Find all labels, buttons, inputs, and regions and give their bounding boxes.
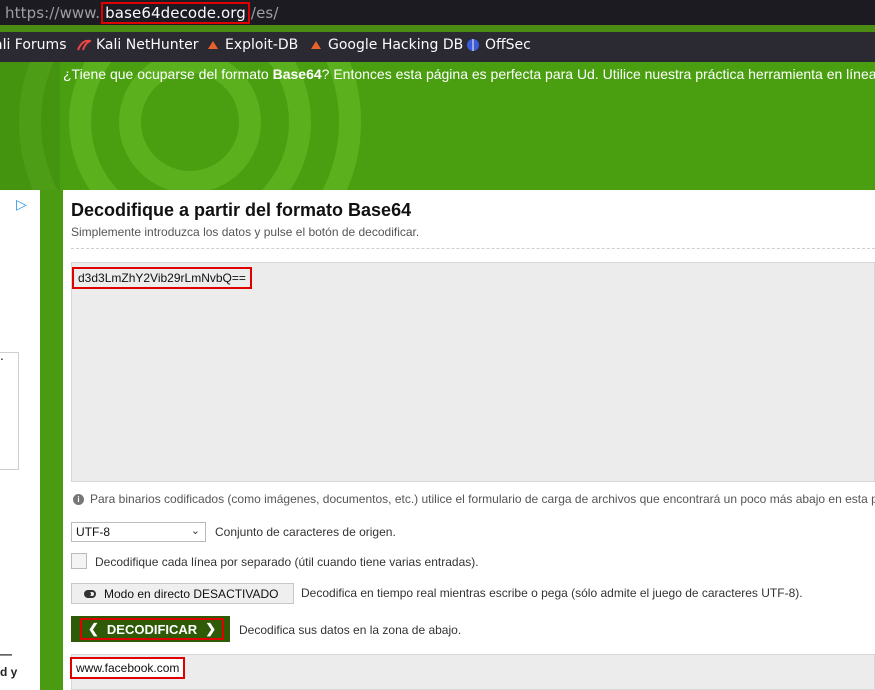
decoded-output-value: www.facebook.com — [70, 657, 186, 679]
ad-card[interactable]: ▪ ▪ — [0, 352, 19, 470]
url-prefix: https://www. — [5, 4, 101, 22]
hero-text-end: ? Entonces esta página es perfecta para … — [321, 66, 875, 82]
decode-button[interactable]: ❮ DECODIFICAR ❯ — [80, 618, 225, 640]
exploit-db-icon — [311, 41, 321, 49]
divider — [71, 248, 875, 249]
charset-label: Conjunto de caracteres de origen. — [215, 525, 396, 539]
bookmark-exploit-db[interactable]: Exploit-DB — [206, 37, 298, 53]
bookmark-kali-nethunter[interactable]: Kali NetHunter — [77, 37, 198, 53]
info-note: i Para binarios codificados (como imágen… — [73, 492, 875, 506]
hero-banner: ¿Tiene que ocuparse del formato Base64? … — [0, 62, 875, 190]
bookmark-label: Kali NetHunter — [96, 37, 199, 53]
decoded-output-textarea[interactable]: www.facebook.com — [70, 654, 875, 690]
ad-panel: ▷ ▪ ▪ — d y — [0, 190, 40, 690]
hero-text: ¿Tiene que ocuparse del formato Base64? … — [63, 66, 875, 82]
chevron-right-icon: ❯ — [205, 621, 217, 636]
live-mode-description: Decodifica en tiempo real mientras escri… — [301, 586, 803, 600]
toggle-icon — [84, 589, 96, 598]
bookmark-kali-forums[interactable]: ali Forums — [0, 37, 67, 53]
kali-icon — [77, 39, 91, 51]
url-suffix: /es/ — [250, 4, 279, 22]
info-icon: i — [73, 493, 84, 505]
ad-text: — d y — [0, 647, 18, 679]
decode-description: Decodifica sus datos en la zona de abajo… — [239, 623, 462, 637]
bookmark-label: OffSec — [485, 37, 531, 53]
encoded-input-textarea[interactable]: d3d3LmZhY2Vib29rLmNvbQ== — [71, 262, 875, 482]
chevron-left-icon: ❮ — [88, 621, 99, 636]
offsec-icon — [467, 39, 479, 51]
info-text: Para binarios codificados (como imágenes… — [90, 492, 875, 506]
decode-button-label: DECODIFICAR — [106, 621, 198, 637]
page-title: Decodifique a partir del formato Base64 — [71, 200, 412, 220]
bookmark-label: Google Hacking DB — [328, 37, 464, 53]
bookmark-google-hacking-db[interactable]: Google Hacking DB — [309, 37, 463, 53]
live-mode-label: Modo en directo DESACTIVADO — [104, 586, 279, 601]
url-host-highlight: base64decode.org — [101, 2, 250, 24]
hero-text-bold: Base64 — [272, 66, 322, 82]
ad-choices-icon[interactable]: ▷ — [16, 196, 27, 213]
charset-select[interactable]: UTF-8 ⌄ — [71, 522, 206, 542]
ad-card-text: ▪ ▪ — [0, 357, 3, 363]
chevron-down-icon: ⌄ — [190, 525, 200, 537]
decode-button-container: ❮ DECODIFICAR ❯ — [71, 616, 230, 642]
per-line-checkbox[interactable] — [71, 553, 87, 569]
url-text: https://www. base64decode.org/es/ — [5, 2, 278, 24]
bookmarks-bar: ali Forums Kali NetHunter Exploit-DB Goo… — [0, 32, 875, 62]
live-mode-button[interactable]: Modo en directo DESACTIVADO — [71, 583, 294, 604]
page-subtitle: Simplemente introduzca los datos y pulse… — [71, 225, 420, 239]
decode-panel: Decodifique a partir del formato Base64 … — [63, 190, 875, 690]
url-bar[interactable]: https://www. base64decode.org/es/ — [0, 0, 875, 25]
per-line-label: Decodifique cada línea por separado (úti… — [95, 555, 479, 569]
bookmark-label: Exploit-DB — [225, 37, 299, 53]
exploit-db-icon — [208, 41, 218, 49]
charset-value: UTF-8 — [76, 525, 110, 539]
encoded-input-value: d3d3LmZhY2Vib29rLmNvbQ== — [72, 267, 252, 289]
bookmark-label: ali Forums — [0, 37, 67, 53]
hero-text-start: ¿Tiene que ocuparse del formato — [63, 66, 273, 82]
bookmark-offsec[interactable]: OffSec — [466, 37, 531, 53]
